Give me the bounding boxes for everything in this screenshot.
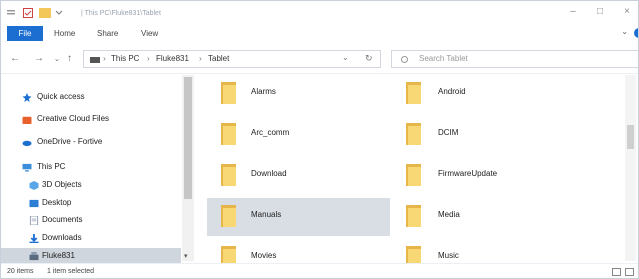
folder-dcim[interactable]: DCIM	[392, 116, 572, 154]
nav-item-quick-access[interactable]: Quick access	[1, 89, 181, 106]
content-scrollbar[interactable]	[625, 75, 636, 261]
folder-icon	[221, 123, 236, 145]
folder-icon	[221, 164, 236, 186]
nav-item-desktop[interactable]: Desktop	[1, 195, 181, 212]
nav-scrollbar[interactable]: ▾	[182, 75, 194, 261]
forward-button[interactable]: →	[34, 53, 44, 64]
title-bar: | This PC\Fluke831\Tablet – □ ×	[1, 1, 638, 25]
close-button[interactable]: ×	[618, 6, 636, 20]
nav-item-downloads[interactable]: Downloads	[1, 230, 181, 247]
nav-label: OneDrive - Fortive	[37, 137, 103, 146]
item-count: 20 items	[7, 268, 34, 275]
breadcrumb-fluke831[interactable]: Fluke831	[156, 54, 189, 63]
computer-icon	[22, 163, 32, 172]
navigation-pane: Quick access Creative Cloud Files OneDri…	[1, 75, 196, 265]
folder-manuals[interactable]: Manuals	[207, 198, 390, 236]
status-bar: 20 items 1 item selected	[1, 263, 638, 278]
nav-item-creative-cloud-files[interactable]: Creative Cloud Files	[1, 111, 181, 128]
breadcrumb-this-pc[interactable]: This PC	[111, 54, 139, 63]
nav-label: 3D Objects	[42, 180, 82, 189]
nav-item-onedrive[interactable]: OneDrive - Fortive	[1, 134, 181, 151]
nav-label: This PC	[37, 162, 66, 171]
address-dropdown-icon[interactable]: ⌄	[342, 53, 349, 62]
pin-icon	[22, 93, 32, 102]
folder-icon	[221, 205, 236, 227]
desktop-icon	[29, 199, 39, 208]
computer-icon	[90, 57, 100, 63]
up-button[interactable]: ↑	[67, 53, 72, 64]
content-scrollbar-thumb[interactable]	[627, 125, 634, 149]
folder-firmwareupdate[interactable]: FirmwareUpdate	[392, 157, 572, 195]
maximize-button[interactable]: □	[591, 6, 609, 20]
file-explorer-window: | This PC\Fluke831\Tablet – □ × File Hom…	[0, 0, 639, 279]
cube-icon	[29, 181, 39, 190]
folder-label: Music	[438, 251, 459, 260]
nav-label: Downloads	[42, 233, 82, 242]
ribbon-tabs: File Home Share View ⌄	[1, 25, 638, 42]
chevron-down-icon[interactable]: ⌄	[621, 27, 628, 36]
nav-label: Desktop	[42, 198, 72, 207]
folder-label: Alarms	[251, 87, 276, 96]
folder-android[interactable]: Android	[392, 75, 572, 113]
breadcrumb-tablet[interactable]: Tablet	[208, 54, 229, 63]
folder-media[interactable]: Media	[392, 198, 572, 236]
properties-icon[interactable]	[23, 8, 33, 18]
chevron-right-icon[interactable]: ›	[199, 54, 202, 63]
creative-cloud-icon	[22, 116, 32, 124]
chevron-right-icon[interactable]: ›	[103, 54, 106, 63]
device-icon	[29, 252, 39, 261]
recent-locations-button[interactable]: ⌄	[54, 55, 60, 63]
folder-label: FirmwareUpdate	[438, 169, 498, 178]
nav-label: Fluke831	[42, 251, 75, 260]
tab-share[interactable]: Share	[97, 26, 118, 41]
nav-item-3d-objects[interactable]: 3D Objects	[1, 177, 181, 194]
folder-icon	[221, 82, 236, 104]
tab-home[interactable]: Home	[54, 26, 75, 41]
search-placeholder: Search Tablet	[419, 54, 468, 63]
folder-icon	[406, 82, 421, 104]
folder-alarms[interactable]: Alarms	[207, 75, 387, 113]
download-icon	[29, 234, 39, 243]
address-row: ← → ⌄ ↑ › This PC › Fluke831 › Tablet ⌄ …	[1, 44, 638, 74]
nav-item-this-pc[interactable]: This PC	[1, 159, 181, 176]
scroll-down-icon[interactable]: ▾	[184, 252, 188, 260]
folder-download[interactable]: Download	[207, 157, 387, 195]
folder-arc-comm[interactable]: Arc_comm	[207, 116, 387, 154]
refresh-icon[interactable]: ↻	[365, 53, 373, 64]
nav-label: Quick access	[37, 92, 85, 101]
new-folder-icon[interactable]	[39, 8, 51, 18]
cloud-icon	[22, 140, 32, 147]
folder-label: Movies	[251, 251, 277, 260]
back-button[interactable]: ←	[10, 53, 20, 64]
menu-icon[interactable]	[7, 10, 15, 16]
window-title: | This PC\Fluke831\Tablet	[81, 10, 161, 17]
quick-access-toolbar-dropdown-icon[interactable]	[55, 10, 63, 16]
folder-label: Download	[251, 169, 287, 178]
folder-icon	[406, 205, 421, 227]
folder-label: Media	[438, 210, 460, 219]
address-bar[interactable]: › This PC › Fluke831 › Tablet ⌄ ↻	[83, 50, 381, 68]
document-icon	[29, 216, 39, 225]
folder-icon	[406, 164, 421, 186]
nav-label: Creative Cloud Files	[37, 114, 110, 123]
search-icon	[401, 56, 408, 63]
nav-scrollbar-thumb[interactable]	[184, 77, 192, 199]
tab-file[interactable]: File	[7, 26, 43, 41]
folder-label: Arc_comm	[251, 128, 290, 137]
content-pane: Alarms Arc_comm Download Manuals Movies …	[197, 75, 638, 268]
large-icons-view-icon[interactable]	[625, 268, 634, 276]
nav-item-documents[interactable]: Documents	[1, 212, 181, 229]
folder-label: Android	[438, 87, 466, 96]
folder-icon	[406, 123, 421, 145]
nav-label: Documents	[42, 215, 83, 224]
tab-view[interactable]: View	[141, 26, 158, 41]
details-view-icon[interactable]	[612, 268, 621, 276]
selection-count: 1 item selected	[47, 268, 95, 275]
folder-label: Manuals	[251, 210, 282, 219]
minimize-button[interactable]: –	[564, 6, 582, 20]
chevron-right-icon[interactable]: ›	[147, 54, 150, 63]
help-icon[interactable]	[634, 28, 638, 38]
folder-label: DCIM	[438, 128, 459, 137]
search-input[interactable]: Search Tablet	[391, 50, 638, 68]
